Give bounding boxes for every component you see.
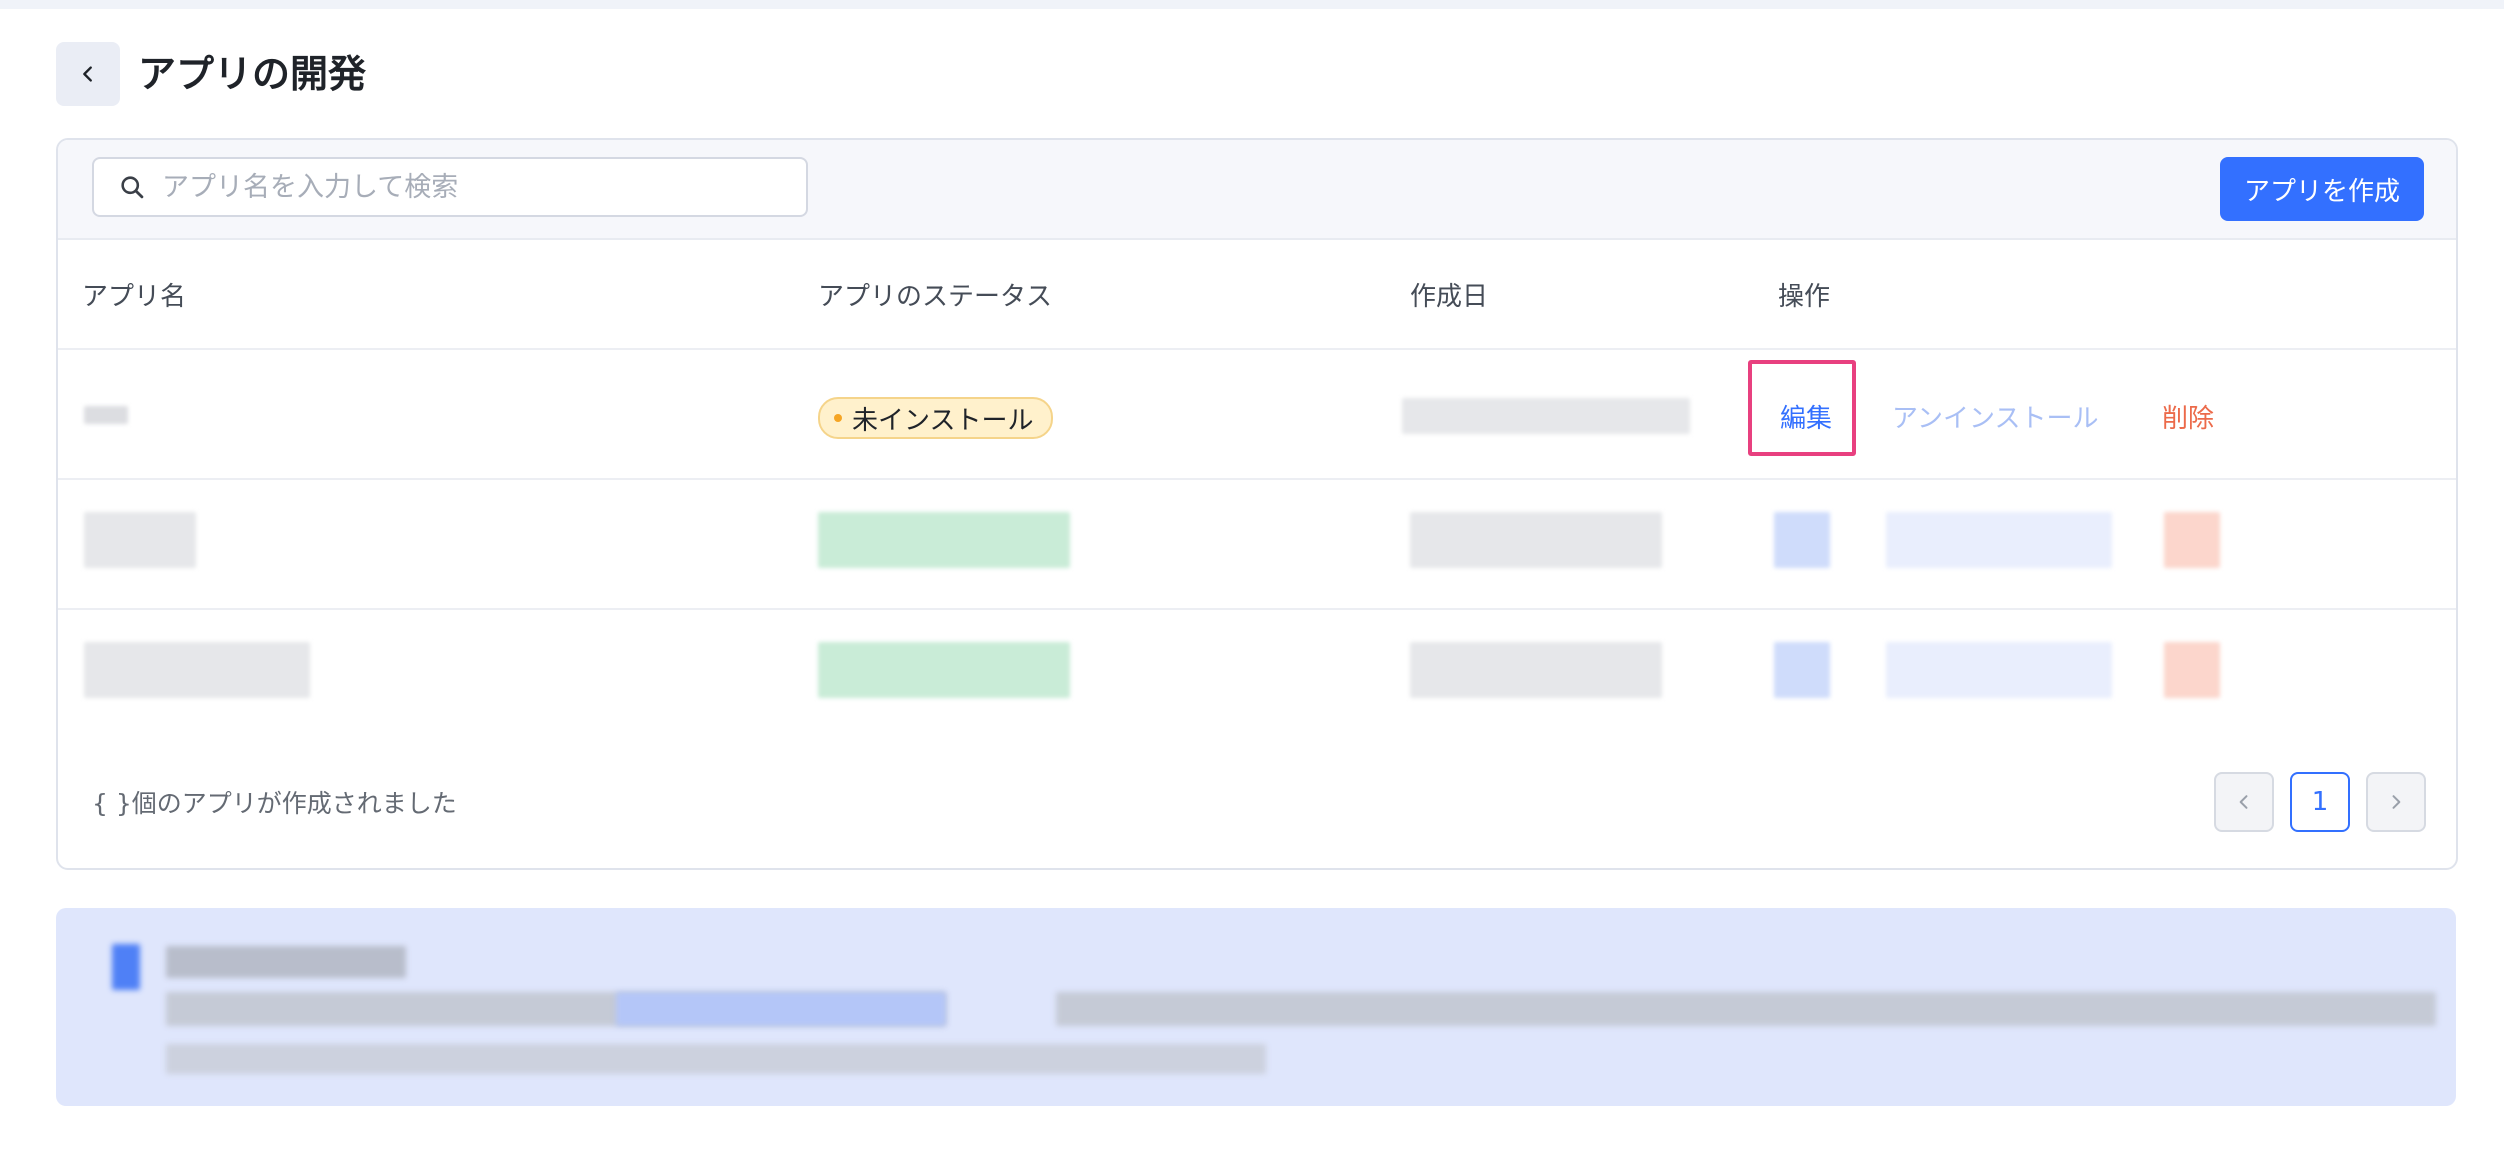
- redacted-banner-link: [616, 992, 946, 1026]
- redacted-edit-action: [1774, 512, 1830, 568]
- create-app-button[interactable]: アプリを作成: [2220, 157, 2424, 221]
- status-badge: 未インストール: [818, 397, 1054, 439]
- column-header-created: 作成日: [1410, 282, 1489, 312]
- redacted-delete-action: [2164, 642, 2220, 698]
- redacted-app-name: [84, 406, 128, 424]
- apps-card: アプリを作成 アプリ名 アプリのステータス 作成日 操作 未インストール 編集 …: [56, 138, 2458, 870]
- redacted-status: [818, 642, 1070, 698]
- back-button[interactable]: [56, 42, 120, 106]
- column-header-app-name: アプリ名: [82, 282, 187, 312]
- uninstall-button[interactable]: アンインストール: [1892, 398, 2098, 435]
- info-icon: [112, 944, 140, 990]
- status-label: 未インストール: [852, 405, 1034, 436]
- info-banner: [56, 908, 2456, 1106]
- page-title: アプリの開発: [138, 52, 367, 96]
- table-row: 未インストール 編集 アンインストール 削除: [58, 350, 2456, 480]
- redacted-uninstall-action: [1886, 642, 2112, 698]
- status-dot-icon: [834, 414, 842, 422]
- app-count-text: { }個のアプリが作成されました: [92, 789, 457, 818]
- page-number-button[interactable]: 1: [2290, 772, 2350, 832]
- redacted-banner-title: [166, 946, 406, 978]
- redacted-edit-action: [1774, 642, 1830, 698]
- next-page-button[interactable]: [2366, 772, 2426, 832]
- table-header: アプリ名 アプリのステータス 作成日 操作: [58, 238, 2456, 350]
- search-box[interactable]: [92, 157, 808, 217]
- redacted-created-date: [1402, 398, 1690, 434]
- chevron-left-icon: [2239, 795, 2248, 809]
- redacted-delete-action: [2164, 512, 2220, 568]
- top-strip: [0, 0, 2504, 9]
- redacted-banner-text: [166, 1044, 1266, 1074]
- redacted-created-date: [1410, 642, 1662, 698]
- redacted-banner-text: [1056, 992, 2436, 1026]
- redacted-app-name: [84, 642, 310, 698]
- pagination: 1: [2214, 772, 2426, 832]
- redacted-status: [818, 512, 1070, 568]
- delete-button[interactable]: 削除: [2162, 398, 2214, 435]
- chevron-left-icon: [83, 66, 92, 82]
- redacted-created-date: [1410, 512, 1662, 568]
- search-input[interactable]: [160, 170, 806, 204]
- edit-button[interactable]: 編集: [1780, 398, 1832, 435]
- table-row: [58, 480, 2456, 610]
- toolbar: アプリを作成: [58, 140, 2456, 240]
- search-icon: [121, 176, 144, 199]
- prev-page-button[interactable]: [2214, 772, 2274, 832]
- column-header-status: アプリのステータス: [818, 282, 1053, 312]
- redacted-app-name: [84, 512, 196, 568]
- column-header-actions: 操作: [1778, 282, 1831, 312]
- redacted-uninstall-action: [1886, 512, 2112, 568]
- table-row: [58, 610, 2456, 738]
- chevron-right-icon: [2392, 795, 2401, 809]
